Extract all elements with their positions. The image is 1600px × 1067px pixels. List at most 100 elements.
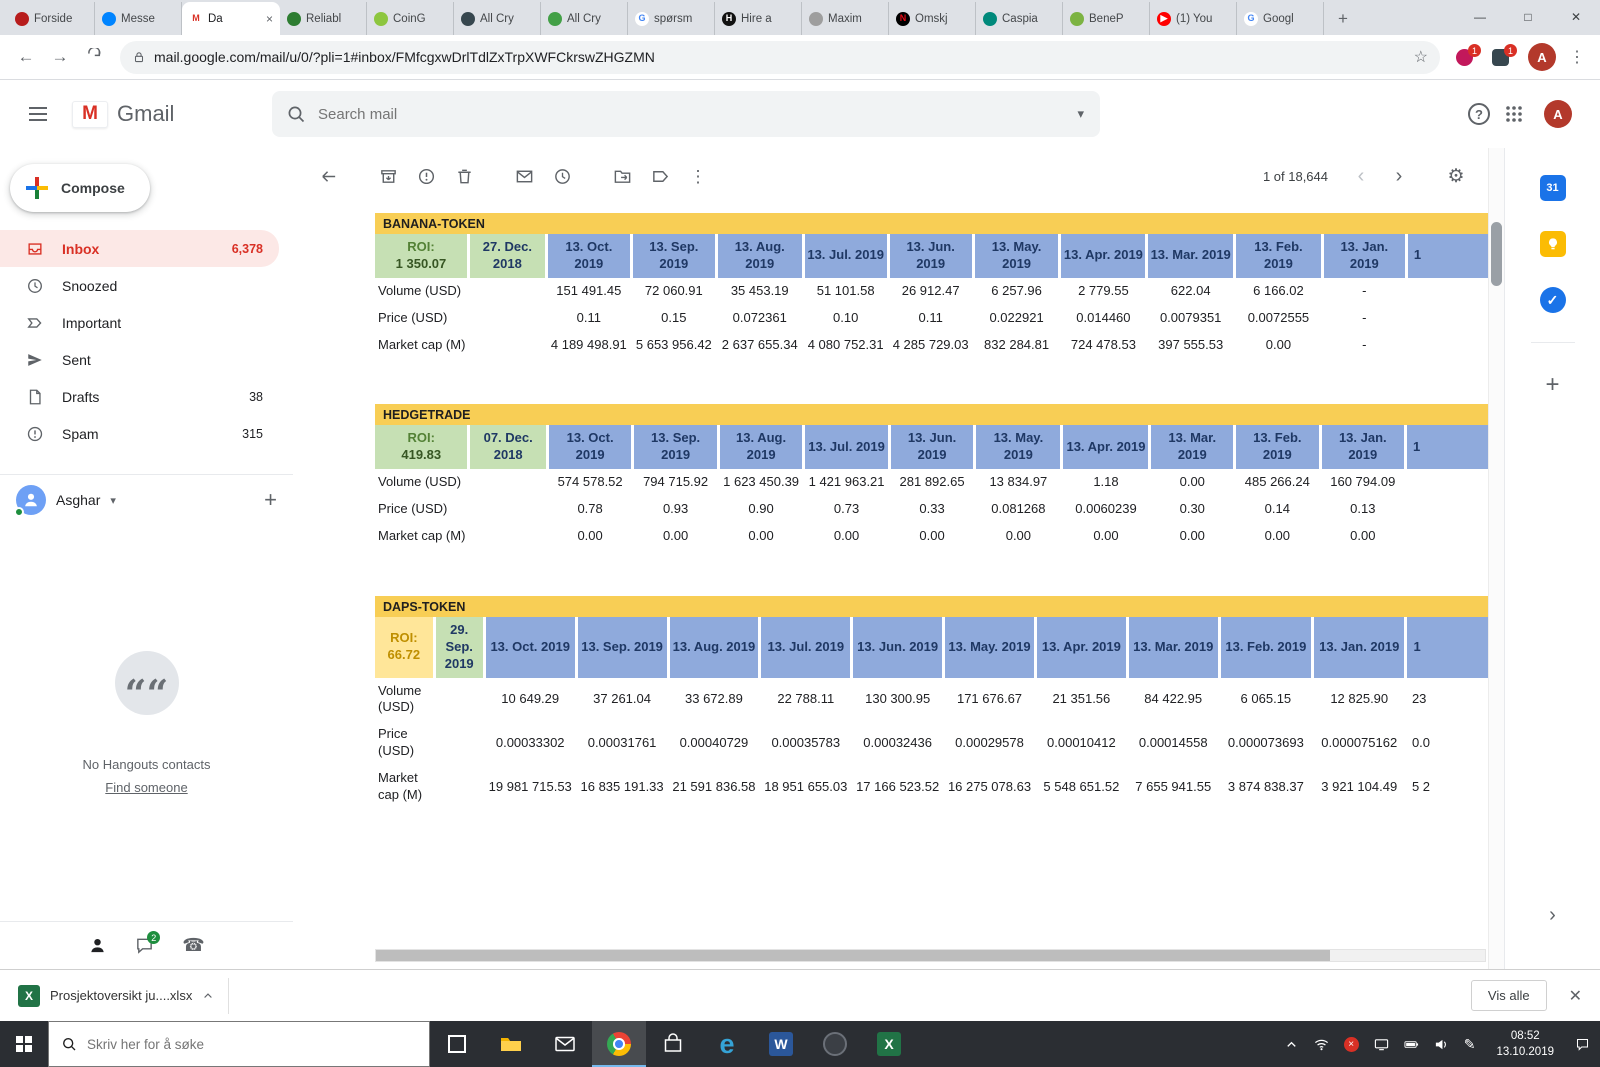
settings-gear-icon[interactable]: ⚙ xyxy=(1438,159,1474,195)
start-button[interactable] xyxy=(0,1021,48,1067)
url-text[interactable]: mail.google.com/mail/u/0/?pli=1#inbox/FM… xyxy=(154,49,1406,65)
tab-close-button[interactable]: × xyxy=(266,12,273,26)
profile-row[interactable]: Asghar ▾ + xyxy=(0,474,293,525)
more-options-button[interactable]: ⋮ xyxy=(679,158,717,196)
browser-menu-button[interactable]: ⋮ xyxy=(1564,47,1590,67)
browser-tab[interactable]: Caspia xyxy=(976,2,1063,35)
labels-button[interactable] xyxy=(641,158,679,196)
minimize-button[interactable]: — xyxy=(1456,0,1504,34)
report-spam-button[interactable] xyxy=(407,158,445,196)
sidebar-item-spam[interactable]: Spam 315 xyxy=(0,415,279,452)
browser-tab[interactable]: N Omskj xyxy=(889,2,976,35)
browser-tab[interactable]: CoinG xyxy=(367,2,454,35)
phone-icon[interactable]: ☎ xyxy=(182,935,204,956)
compose-button[interactable]: Compose xyxy=(10,164,150,212)
volume-icon[interactable] xyxy=(1434,1037,1449,1052)
sidebar-item-snoozed[interactable]: Snoozed xyxy=(0,267,279,304)
collapse-panel-chevron-icon[interactable]: › xyxy=(1505,904,1600,927)
contacts-icon[interactable] xyxy=(88,936,107,955)
close-window-button[interactable]: ✕ xyxy=(1552,0,1600,34)
table-cell-clipped xyxy=(1406,278,1488,305)
browser-tab[interactable]: Messe xyxy=(95,2,182,35)
taskbar-app-chrome[interactable] xyxy=(592,1021,646,1067)
display-icon[interactable] xyxy=(1374,1037,1389,1052)
browser-tab[interactable]: All Cry xyxy=(454,2,541,35)
taskbar-app-edge[interactable]: e xyxy=(700,1021,754,1067)
taskbar-app-task-view[interactable] xyxy=(430,1021,484,1067)
omnibox[interactable]: mail.google.com/mail/u/0/?pli=1#inbox/FM… xyxy=(120,40,1440,74)
download-caret-icon[interactable] xyxy=(202,990,214,1002)
help-icon[interactable]: ? xyxy=(1468,103,1490,125)
archive-button[interactable] xyxy=(369,158,407,196)
get-addons-button[interactable]: + xyxy=(1545,371,1559,399)
browser-tab[interactable]: ▶ (1) You xyxy=(1150,2,1237,35)
browser-tab[interactable]: Maxim xyxy=(802,2,889,35)
sidebar-item-inbox[interactable]: Inbox 6,378 xyxy=(0,230,279,267)
older-email-button[interactable]: › xyxy=(1382,160,1416,194)
horizontal-scrollbar-thumb[interactable] xyxy=(376,950,1330,961)
calendar-icon[interactable]: 31 xyxy=(1539,174,1567,202)
browser-tab[interactable]: All Cry xyxy=(541,2,628,35)
newer-email-button[interactable]: ‹ xyxy=(1344,160,1378,194)
taskbar-app-mail[interactable] xyxy=(538,1021,592,1067)
taskbar-app-globe[interactable] xyxy=(808,1021,862,1067)
wifi-icon[interactable] xyxy=(1314,1037,1329,1052)
bookmark-star-icon[interactable]: ☆ xyxy=(1414,47,1428,67)
browser-tab[interactable]: BeneP xyxy=(1063,2,1150,35)
taskbar-search[interactable] xyxy=(48,1021,430,1067)
table-title-banner: BANANA-TOKEN xyxy=(375,213,1488,234)
new-tab-button[interactable]: + xyxy=(1330,6,1356,32)
sidebar-item-important[interactable]: Important xyxy=(0,304,279,341)
vertical-scrollbar-thumb[interactable] xyxy=(1491,222,1502,286)
profile-caret-icon[interactable]: ▾ xyxy=(110,494,116,507)
battery-icon[interactable] xyxy=(1404,1037,1419,1052)
taskbar-app-file-explorer[interactable] xyxy=(484,1021,538,1067)
taskbar-app-store[interactable] xyxy=(646,1021,700,1067)
close-download-bar-button[interactable]: ✕ xyxy=(1569,986,1582,1006)
browser-tab[interactable]: Forside xyxy=(8,2,95,35)
gmail-search-bar[interactable]: ▾ xyxy=(272,91,1100,137)
forward-button[interactable]: → xyxy=(44,41,76,73)
table-cell: 3 921 104.49 xyxy=(1321,778,1398,794)
browser-tab[interactable]: Gspørsm xyxy=(628,2,715,35)
maximize-button[interactable]: □ xyxy=(1504,0,1552,34)
refresh-button[interactable] xyxy=(78,41,110,73)
extension-icon-1[interactable]: 1 xyxy=(1455,44,1481,69)
hamburger-menu-button[interactable] xyxy=(14,90,62,138)
hangouts-chat-icon[interactable]: 2 xyxy=(135,931,161,955)
keep-icon[interactable] xyxy=(1539,230,1567,258)
snooze-button[interactable] xyxy=(543,158,581,196)
action-center-icon[interactable] xyxy=(1575,1037,1590,1052)
search-options-caret-icon[interactable]: ▾ xyxy=(1067,106,1094,122)
chevron-up-icon[interactable] xyxy=(1284,1037,1299,1052)
browser-profile-avatar[interactable]: A xyxy=(1528,43,1556,71)
horizontal-scrollbar[interactable] xyxy=(375,949,1486,962)
sync-error-icon[interactable]: × xyxy=(1343,1036,1359,1052)
show-all-downloads-button[interactable]: Vis alle xyxy=(1470,980,1547,1011)
hangouts-find-someone-link[interactable]: Find someone xyxy=(105,780,187,795)
gmail-account-avatar[interactable]: A xyxy=(1544,100,1572,128)
taskbar-app-excel[interactable]: X xyxy=(862,1021,916,1067)
move-to-button[interactable] xyxy=(603,158,641,196)
browser-tab[interactable]: H Hire a xyxy=(715,2,802,35)
tasks-icon[interactable]: ✓ xyxy=(1539,286,1567,314)
delete-button[interactable] xyxy=(445,158,483,196)
browser-tab[interactable]: Reliabl xyxy=(280,2,367,35)
apps-grid-icon[interactable] xyxy=(1504,104,1524,124)
browser-tab[interactable]: G Googl xyxy=(1237,2,1324,35)
taskbar-app-word[interactable]: W xyxy=(754,1021,808,1067)
sidebar-item-sent[interactable]: Sent xyxy=(0,341,279,378)
search-input[interactable] xyxy=(318,105,1068,123)
extension-icon-2[interactable]: 1 xyxy=(1491,44,1517,69)
mark-unread-button[interactable] xyxy=(505,158,543,196)
back-button[interactable]: ← xyxy=(10,41,42,73)
pen-icon[interactable]: ✎ xyxy=(1464,1036,1476,1053)
add-account-button[interactable]: + xyxy=(264,487,277,513)
taskbar-search-input[interactable] xyxy=(87,1036,417,1052)
sidebar-item-drafts[interactable]: Drafts 38 xyxy=(0,378,279,415)
vertical-scrollbar[interactable] xyxy=(1488,148,1504,969)
download-item[interactable]: X Prosjektoversikt ju....xlsx xyxy=(18,977,230,1014)
browser-tab[interactable]: M Da × xyxy=(182,2,280,35)
taskbar-clock[interactable]: 08:52 13.10.2019 xyxy=(1490,1028,1560,1060)
back-to-inbox-button[interactable] xyxy=(309,158,347,196)
